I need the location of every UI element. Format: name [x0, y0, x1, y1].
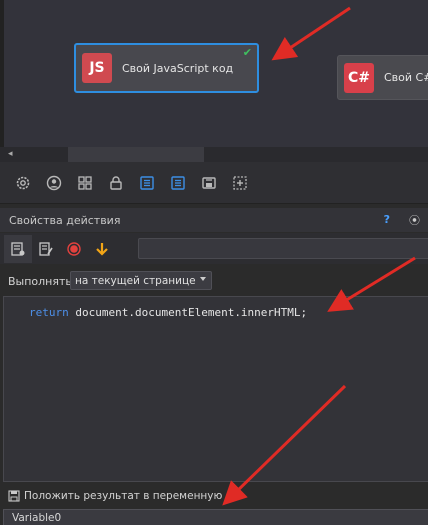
- workflow-canvas[interactable]: JS Свой JavaScript код ✔ C# Свой C#: [0, 0, 428, 147]
- profile-button[interactable]: [43, 172, 64, 193]
- js-action-node[interactable]: JS Свой JavaScript код ✔: [74, 43, 259, 93]
- code-keyword: return: [29, 306, 69, 319]
- properties-tabs: [0, 233, 428, 264]
- properties-name-field[interactable]: [138, 238, 428, 259]
- cs-badge: C#: [344, 62, 374, 93]
- document-edit-icon: [39, 241, 53, 256]
- execute-select[interactable]: на текущей странице: [70, 271, 212, 290]
- list-icon: [170, 175, 185, 190]
- variable-input[interactable]: Variable0: [3, 509, 428, 525]
- grid-icon: [77, 175, 92, 190]
- pin-icon[interactable]: ⦿: [409, 212, 420, 228]
- list-icon: [139, 175, 154, 190]
- execute-label: Выполнять: [8, 274, 72, 288]
- record-icon: [67, 241, 81, 256]
- code-line: return document.documentElement.innerHTM…: [29, 306, 307, 319]
- tab-edit[interactable]: [32, 235, 60, 263]
- arrow-down-icon: [96, 242, 108, 256]
- tab-properties[interactable]: [4, 234, 32, 263]
- save-result-row[interactable]: Положить результат в переменную: [8, 488, 222, 504]
- cs-action-node[interactable]: C# Свой C#: [337, 55, 428, 100]
- lock-button[interactable]: [105, 172, 126, 193]
- canvas-horizontal-scrollbar[interactable]: ◂: [0, 147, 428, 162]
- tab-down[interactable]: [88, 235, 116, 263]
- save-network-button[interactable]: [198, 172, 219, 193]
- code-text: document.documentElement.innerHTML;: [68, 306, 308, 319]
- scroll-left-icon[interactable]: ◂: [8, 149, 13, 159]
- execute-select-value: на текущей странице: [75, 274, 196, 287]
- cs-node-label: Свой C#: [384, 71, 428, 84]
- add-frame-button[interactable]: [229, 172, 250, 193]
- execute-row: Выполнять на текущей странице: [0, 270, 428, 292]
- scrollbar-thumb[interactable]: [68, 147, 204, 162]
- gear-icon: [16, 176, 29, 189]
- js-node-label: Свой JavaScript код: [122, 61, 234, 75]
- help-icon[interactable]: ?: [384, 213, 390, 226]
- add-frame-icon: [232, 175, 247, 190]
- grid-button[interactable]: [74, 172, 95, 193]
- chevron-down-icon: [200, 277, 206, 281]
- document-settings-icon: [11, 241, 25, 256]
- save-result-label: Положить результат в переменную: [24, 490, 223, 502]
- properties-title: Свойства действия: [9, 213, 121, 227]
- list-button-1[interactable]: [136, 172, 157, 193]
- tab-breakpoint[interactable]: [60, 235, 88, 263]
- lock-icon: [109, 175, 122, 190]
- user-circle-icon: [46, 175, 61, 190]
- settings-button[interactable]: [12, 172, 33, 193]
- canvas-toolbar: [0, 162, 428, 204]
- code-editor[interactable]: return document.documentElement.innerHTM…: [3, 296, 428, 482]
- save-network-icon: [201, 176, 216, 189]
- save-icon: [8, 490, 20, 502]
- properties-header: Свойства действия ? ⦿: [0, 208, 428, 232]
- js-badge: JS: [82, 53, 112, 83]
- list-button-2[interactable]: [167, 172, 188, 193]
- check-icon: ✔: [242, 46, 252, 59]
